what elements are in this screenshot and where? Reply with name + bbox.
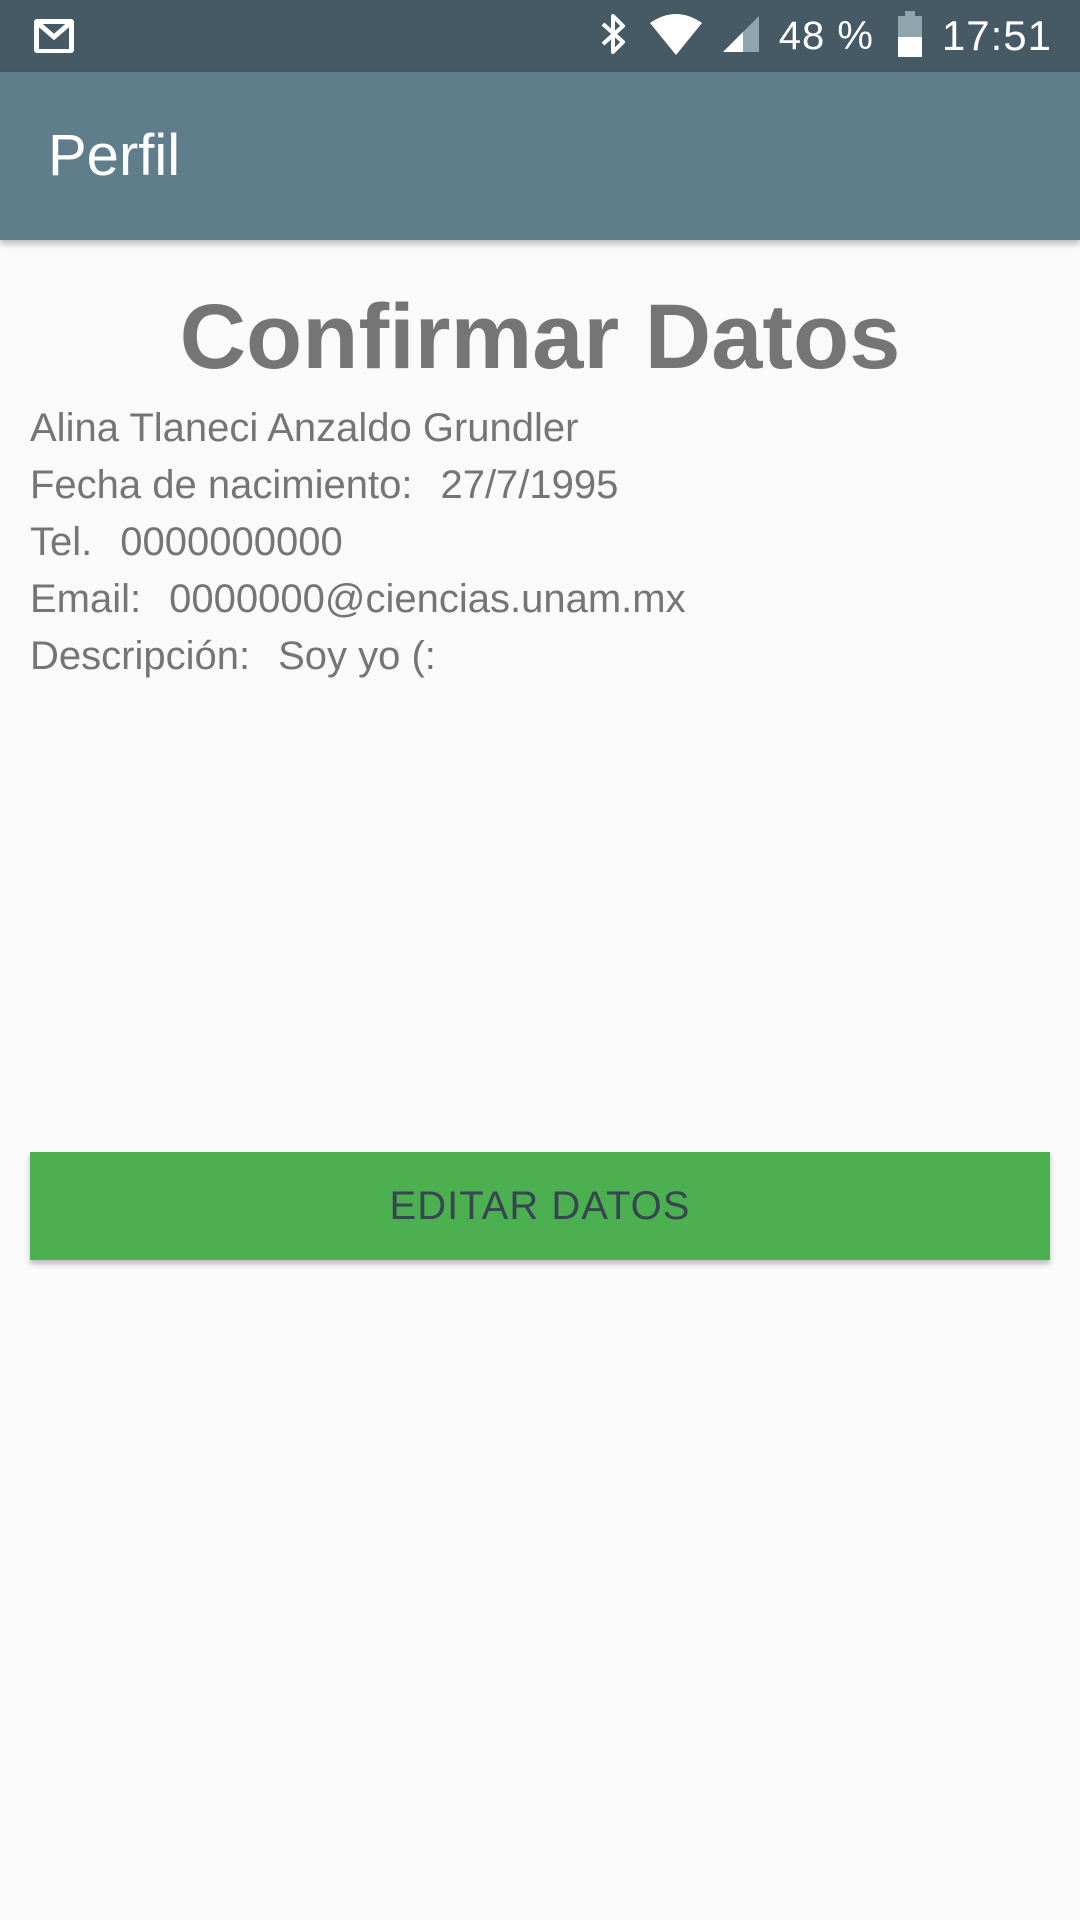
- status-bar: 48 % 17:51: [0, 0, 1080, 72]
- app-bar: Perfil: [0, 72, 1080, 240]
- battery-icon: [896, 10, 924, 62]
- edit-data-button[interactable]: EDITAR DATOS: [30, 1152, 1050, 1260]
- page-title: Confirmar Datos: [179, 286, 901, 388]
- birthdate-label: Fecha de nacimiento:: [30, 463, 413, 507]
- email-value: 0000000@ciencias.unam.mx: [169, 577, 686, 621]
- birthdate-value: 27/7/1995: [440, 463, 619, 507]
- phone-value: 0000000000: [120, 520, 343, 564]
- wifi-icon: [649, 13, 703, 60]
- gmail-icon: [32, 16, 76, 56]
- email-row: Email: 0000000@ciencias.unam.mx: [30, 571, 1050, 628]
- description-value: Soy yo (:: [278, 634, 436, 678]
- phone-label: Tel.: [30, 520, 93, 564]
- full-name: Alina Tlaneci Anzaldo Grundler: [30, 406, 579, 450]
- email-label: Email:: [30, 577, 142, 621]
- description-row: Descripción: Soy yo (:: [30, 628, 1050, 685]
- cell-signal-icon: [721, 14, 761, 59]
- bluetooth-icon: [597, 12, 631, 61]
- birthdate-row: Fecha de nacimiento: 27/7/1995: [30, 457, 1050, 514]
- description-label: Descripción:: [30, 634, 251, 678]
- battery-percentage: 48 %: [778, 13, 874, 58]
- phone-row: Tel. 0000000000: [30, 514, 1050, 571]
- status-clock: 17:51: [941, 12, 1052, 59]
- app-bar-title: Perfil: [48, 123, 181, 188]
- profile-details: Alina Tlaneci Anzaldo Grundler Fecha de …: [30, 400, 1050, 685]
